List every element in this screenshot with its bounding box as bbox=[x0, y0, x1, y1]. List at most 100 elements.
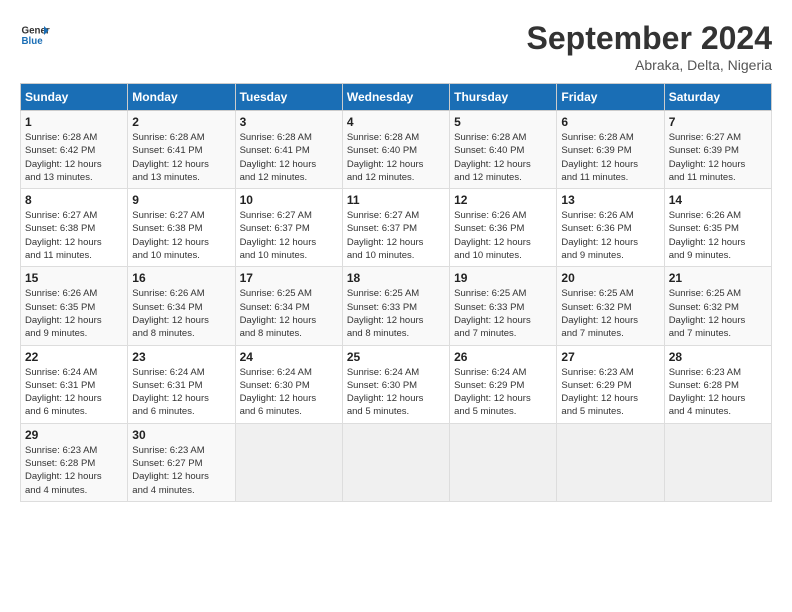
day-number: 11 bbox=[347, 193, 445, 207]
calendar-cell: 26 Sunrise: 6:24 AM Sunset: 6:29 PM Dayli… bbox=[450, 345, 557, 423]
logo-icon: General Blue bbox=[20, 20, 50, 50]
day-of-week-header: Wednesday bbox=[342, 84, 449, 111]
calendar-cell: 3 Sunrise: 6:28 AM Sunset: 6:41 PM Daylig… bbox=[235, 111, 342, 189]
day-number: 26 bbox=[454, 350, 552, 364]
calendar-cell: 8Sunrise: 6:27 AM Sunset: 6:38 PM Daylig… bbox=[21, 189, 128, 267]
calendar-cell: 13 Sunrise: 6:26 AM Sunset: 6:36 PM Dayli… bbox=[557, 189, 664, 267]
day-info: Sunrise: 6:23 AM Sunset: 6:28 PM Dayligh… bbox=[669, 366, 767, 419]
day-number: 19 bbox=[454, 271, 552, 285]
calendar-cell: 21Sunrise: 6:25 AM Sunset: 6:32 PM Dayli… bbox=[664, 267, 771, 345]
day-info: Sunrise: 6:24 AM Sunset: 6:30 PM Dayligh… bbox=[240, 366, 338, 419]
calendar-week-row: 22 Sunrise: 6:24 AM Sunset: 6:31 PM Dayli… bbox=[21, 345, 772, 423]
day-of-week-header: Friday bbox=[557, 84, 664, 111]
day-number: 15 bbox=[25, 271, 123, 285]
day-number: 3 bbox=[240, 115, 338, 129]
day-number: 16 bbox=[132, 271, 230, 285]
day-number: 1 bbox=[25, 115, 123, 129]
calendar-week-row: 29 Sunrise: 6:23 AM Sunset: 6:28 PM Dayli… bbox=[21, 423, 772, 501]
day-number: 12 bbox=[454, 193, 552, 207]
calendar-cell bbox=[342, 423, 449, 501]
day-info: Sunrise: 6:28 AM Sunset: 6:41 PM Dayligh… bbox=[240, 131, 338, 184]
day-info: Sunrise: 6:26 AM Sunset: 6:35 PM Dayligh… bbox=[25, 287, 123, 340]
day-info: Sunrise: 6:24 AM Sunset: 6:31 PM Dayligh… bbox=[25, 366, 123, 419]
day-number: 29 bbox=[25, 428, 123, 442]
day-info: Sunrise: 6:25 AM Sunset: 6:32 PM Dayligh… bbox=[561, 287, 659, 340]
day-number: 10 bbox=[240, 193, 338, 207]
day-number: 8 bbox=[25, 193, 123, 207]
day-info: Sunrise: 6:24 AM Sunset: 6:31 PM Dayligh… bbox=[132, 366, 230, 419]
calendar-cell: 25 Sunrise: 6:24 AM Sunset: 6:30 PM Dayli… bbox=[342, 345, 449, 423]
calendar-cell: 23 Sunrise: 6:24 AM Sunset: 6:31 PM Dayli… bbox=[128, 345, 235, 423]
day-info: Sunrise: 6:26 AM Sunset: 6:36 PM Dayligh… bbox=[454, 209, 552, 262]
calendar-cell: 2 Sunrise: 6:28 AM Sunset: 6:41 PM Daylig… bbox=[128, 111, 235, 189]
day-info: Sunrise: 6:26 AM Sunset: 6:36 PM Dayligh… bbox=[561, 209, 659, 262]
day-number: 2 bbox=[132, 115, 230, 129]
calendar-cell: 1Sunrise: 6:28 AM Sunset: 6:42 PM Daylig… bbox=[21, 111, 128, 189]
day-info: Sunrise: 6:23 AM Sunset: 6:28 PM Dayligh… bbox=[25, 444, 123, 497]
calendar-cell: 14 Sunrise: 6:26 AM Sunset: 6:35 PM Dayli… bbox=[664, 189, 771, 267]
calendar-week-row: 1Sunrise: 6:28 AM Sunset: 6:42 PM Daylig… bbox=[21, 111, 772, 189]
calendar-cell: 15 Sunrise: 6:26 AM Sunset: 6:35 PM Dayli… bbox=[21, 267, 128, 345]
day-number: 24 bbox=[240, 350, 338, 364]
day-info: Sunrise: 6:23 AM Sunset: 6:27 PM Dayligh… bbox=[132, 444, 230, 497]
day-info: Sunrise: 6:24 AM Sunset: 6:29 PM Dayligh… bbox=[454, 366, 552, 419]
calendar-cell: 29 Sunrise: 6:23 AM Sunset: 6:28 PM Dayli… bbox=[21, 423, 128, 501]
logo: General Blue bbox=[20, 20, 50, 50]
day-info: Sunrise: 6:25 AM Sunset: 6:34 PM Dayligh… bbox=[240, 287, 338, 340]
day-number: 28 bbox=[669, 350, 767, 364]
day-of-week-header: Sunday bbox=[21, 84, 128, 111]
day-info: Sunrise: 6:28 AM Sunset: 6:40 PM Dayligh… bbox=[454, 131, 552, 184]
day-number: 4 bbox=[347, 115, 445, 129]
day-of-week-header: Monday bbox=[128, 84, 235, 111]
month-title: September 2024 bbox=[527, 20, 772, 57]
day-info: Sunrise: 6:27 AM Sunset: 6:37 PM Dayligh… bbox=[347, 209, 445, 262]
calendar-cell bbox=[235, 423, 342, 501]
day-info: Sunrise: 6:28 AM Sunset: 6:39 PM Dayligh… bbox=[561, 131, 659, 184]
day-number: 20 bbox=[561, 271, 659, 285]
day-of-week-header: Saturday bbox=[664, 84, 771, 111]
day-info: Sunrise: 6:23 AM Sunset: 6:29 PM Dayligh… bbox=[561, 366, 659, 419]
day-number: 14 bbox=[669, 193, 767, 207]
day-number: 7 bbox=[669, 115, 767, 129]
calendar-cell: 17 Sunrise: 6:25 AM Sunset: 6:34 PM Dayli… bbox=[235, 267, 342, 345]
day-info: Sunrise: 6:25 AM Sunset: 6:33 PM Dayligh… bbox=[347, 287, 445, 340]
day-number: 17 bbox=[240, 271, 338, 285]
calendar-cell bbox=[557, 423, 664, 501]
calendar-cell: 9Sunrise: 6:27 AM Sunset: 6:38 PM Daylig… bbox=[128, 189, 235, 267]
day-number: 22 bbox=[25, 350, 123, 364]
calendar-week-row: 15 Sunrise: 6:26 AM Sunset: 6:35 PM Dayli… bbox=[21, 267, 772, 345]
day-info: Sunrise: 6:26 AM Sunset: 6:35 PM Dayligh… bbox=[669, 209, 767, 262]
day-number: 6 bbox=[561, 115, 659, 129]
svg-text:Blue: Blue bbox=[22, 36, 44, 47]
calendar-table: SundayMondayTuesdayWednesdayThursdayFrid… bbox=[20, 83, 772, 502]
page-header: General Blue September 2024 Abraka, Delt… bbox=[20, 20, 772, 73]
calendar-cell: 30Sunrise: 6:23 AM Sunset: 6:27 PM Dayli… bbox=[128, 423, 235, 501]
day-info: Sunrise: 6:27 AM Sunset: 6:39 PM Dayligh… bbox=[669, 131, 767, 184]
calendar-cell: 4Sunrise: 6:28 AM Sunset: 6:40 PM Daylig… bbox=[342, 111, 449, 189]
calendar-cell: 11 Sunrise: 6:27 AM Sunset: 6:37 PM Dayli… bbox=[342, 189, 449, 267]
calendar-cell: 5Sunrise: 6:28 AM Sunset: 6:40 PM Daylig… bbox=[450, 111, 557, 189]
day-info: Sunrise: 6:28 AM Sunset: 6:41 PM Dayligh… bbox=[132, 131, 230, 184]
day-of-week-header: Thursday bbox=[450, 84, 557, 111]
calendar-cell bbox=[664, 423, 771, 501]
day-info: Sunrise: 6:24 AM Sunset: 6:30 PM Dayligh… bbox=[347, 366, 445, 419]
day-number: 25 bbox=[347, 350, 445, 364]
day-number: 13 bbox=[561, 193, 659, 207]
calendar-cell: 20 Sunrise: 6:25 AM Sunset: 6:32 PM Dayli… bbox=[557, 267, 664, 345]
day-info: Sunrise: 6:26 AM Sunset: 6:34 PM Dayligh… bbox=[132, 287, 230, 340]
calendar-cell: 7 Sunrise: 6:27 AM Sunset: 6:39 PM Daylig… bbox=[664, 111, 771, 189]
calendar-cell: 6 Sunrise: 6:28 AM Sunset: 6:39 PM Daylig… bbox=[557, 111, 664, 189]
calendar-cell: 27Sunrise: 6:23 AM Sunset: 6:29 PM Dayli… bbox=[557, 345, 664, 423]
calendar-body: 1Sunrise: 6:28 AM Sunset: 6:42 PM Daylig… bbox=[21, 111, 772, 502]
calendar-cell: 12 Sunrise: 6:26 AM Sunset: 6:36 PM Dayli… bbox=[450, 189, 557, 267]
calendar-header-row: SundayMondayTuesdayWednesdayThursdayFrid… bbox=[21, 84, 772, 111]
location-title: Abraka, Delta, Nigeria bbox=[527, 57, 772, 73]
title-area: September 2024 Abraka, Delta, Nigeria bbox=[527, 20, 772, 73]
calendar-cell bbox=[450, 423, 557, 501]
calendar-cell: 19Sunrise: 6:25 AM Sunset: 6:33 PM Dayli… bbox=[450, 267, 557, 345]
calendar-cell: 16 Sunrise: 6:26 AM Sunset: 6:34 PM Dayli… bbox=[128, 267, 235, 345]
calendar-cell: 28 Sunrise: 6:23 AM Sunset: 6:28 PM Dayli… bbox=[664, 345, 771, 423]
day-info: Sunrise: 6:27 AM Sunset: 6:38 PM Dayligh… bbox=[132, 209, 230, 262]
day-number: 18 bbox=[347, 271, 445, 285]
day-number: 23 bbox=[132, 350, 230, 364]
